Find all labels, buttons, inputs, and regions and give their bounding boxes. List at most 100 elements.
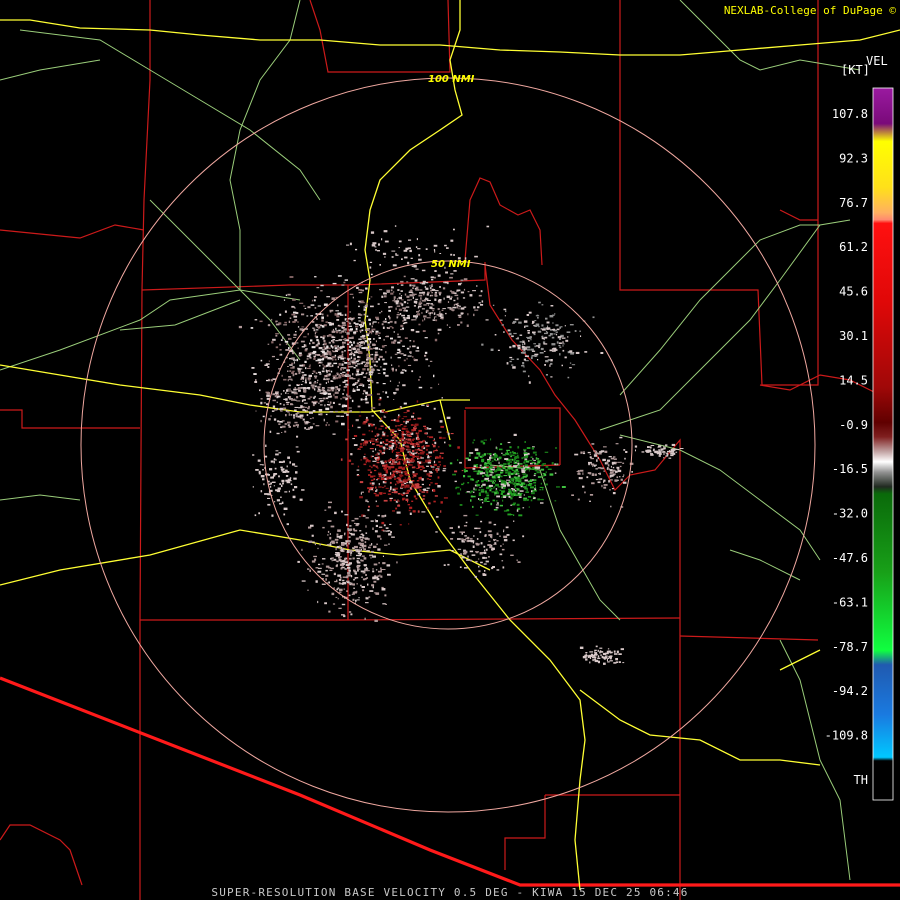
echo-pixel bbox=[391, 367, 394, 371]
echo-pixel bbox=[420, 452, 424, 455]
echo-pixel bbox=[474, 527, 478, 530]
echo-pixel bbox=[330, 405, 333, 409]
echo-pixel bbox=[345, 438, 348, 441]
echo-pixel bbox=[516, 559, 518, 561]
echo-pixel bbox=[354, 382, 359, 384]
echo-pixel bbox=[480, 520, 483, 523]
echo-pixel bbox=[323, 347, 326, 350]
echo-pixel bbox=[542, 475, 545, 477]
echo-pixel bbox=[288, 490, 290, 493]
echo-pixel bbox=[398, 453, 401, 457]
echo-pixel bbox=[290, 483, 293, 486]
echo-pixel bbox=[289, 461, 291, 464]
echo-pixel bbox=[326, 544, 330, 546]
echo-pixel bbox=[355, 537, 359, 540]
echo-pixel bbox=[524, 325, 526, 328]
echo-pixel bbox=[330, 541, 332, 544]
echo-pixel bbox=[349, 410, 352, 413]
echo-pixel bbox=[583, 452, 586, 455]
echo-pixel bbox=[415, 317, 418, 319]
echo-pixel bbox=[582, 485, 585, 488]
echo-pixel bbox=[456, 289, 461, 292]
echo-pixel bbox=[262, 478, 265, 481]
echo-pixel bbox=[390, 419, 394, 421]
echo-pixel bbox=[411, 370, 414, 373]
echo-pixel bbox=[311, 560, 316, 563]
echo-pixel bbox=[593, 465, 596, 467]
echo-pixel bbox=[335, 327, 337, 330]
echo-pixel bbox=[411, 289, 413, 292]
echo-pixel bbox=[267, 497, 271, 499]
echo-pixel bbox=[374, 351, 378, 354]
echo-pixel bbox=[369, 346, 371, 348]
echo-pixel bbox=[321, 316, 324, 319]
echo-pixel bbox=[319, 383, 322, 386]
echo-pixel bbox=[377, 575, 380, 577]
echo-pixel bbox=[512, 366, 516, 369]
echo-pixel bbox=[266, 394, 270, 397]
echo-pixel bbox=[412, 475, 414, 478]
radar-map[interactable]: 100 NMI 50 NMI VEL [KT] 107.892.376.761.… bbox=[0, 0, 900, 900]
echo-pixel bbox=[401, 299, 404, 301]
echo-pixel bbox=[291, 305, 294, 308]
echo-pixel bbox=[401, 418, 404, 420]
echo-pixel bbox=[415, 289, 420, 291]
echo-pixel bbox=[388, 309, 391, 312]
echo-pixel bbox=[382, 383, 386, 385]
echo-pixel bbox=[519, 490, 524, 492]
echo-pixel bbox=[670, 454, 674, 457]
echo-pixel bbox=[479, 552, 483, 555]
echo-pixel bbox=[501, 324, 504, 326]
echo-pixel bbox=[552, 314, 555, 316]
echo-pixel bbox=[499, 553, 503, 556]
echo-pixel bbox=[319, 373, 322, 375]
echo-pixel bbox=[350, 319, 353, 322]
echo-pixel bbox=[424, 427, 428, 430]
echo-pixel bbox=[665, 444, 668, 446]
echo-pixel bbox=[526, 499, 529, 501]
echo-pixel bbox=[569, 362, 572, 364]
echo-pixel bbox=[528, 311, 532, 314]
echo-pixel bbox=[623, 474, 625, 476]
echo-pixel bbox=[320, 400, 324, 402]
echo-pixel bbox=[508, 495, 511, 498]
echo-pixel bbox=[292, 370, 295, 372]
echo-pixel bbox=[456, 306, 458, 309]
echo-pixel bbox=[275, 333, 279, 335]
echo-pixel bbox=[418, 323, 421, 326]
echo-pixel bbox=[463, 550, 468, 554]
echo-pixel bbox=[594, 652, 597, 654]
echo-pixel bbox=[389, 481, 392, 484]
echo-pixel bbox=[339, 591, 342, 593]
echo-pixel bbox=[619, 436, 623, 439]
echo-pixel bbox=[397, 428, 400, 431]
echo-pixel bbox=[341, 363, 344, 366]
echo-pixel bbox=[389, 497, 393, 499]
echo-pixel bbox=[522, 535, 525, 538]
echo-pixel bbox=[579, 469, 584, 472]
legend-unit-label: [KT] bbox=[841, 63, 870, 77]
echo-pixel bbox=[347, 429, 350, 431]
echo-pixel bbox=[363, 457, 366, 460]
echo-pixel bbox=[447, 301, 450, 303]
echo-pixel bbox=[312, 350, 317, 354]
echo-pixel bbox=[363, 463, 367, 466]
echo-pixel bbox=[358, 341, 362, 343]
echo-pixel bbox=[358, 289, 363, 291]
echo-pixel bbox=[483, 466, 487, 469]
echo-pixel bbox=[478, 494, 481, 496]
echo-pixel bbox=[360, 326, 362, 328]
echo-pixel bbox=[539, 489, 542, 491]
echo-pixel bbox=[589, 453, 591, 455]
echo-pixel bbox=[417, 313, 421, 316]
echo-pixel bbox=[440, 425, 444, 428]
echo-pixel bbox=[523, 349, 526, 351]
echo-pixel bbox=[301, 371, 305, 374]
echo-pixel bbox=[522, 362, 525, 365]
echo-pixel bbox=[348, 532, 350, 534]
echo-pixel bbox=[364, 365, 369, 367]
echo-pixel bbox=[406, 317, 410, 320]
echo-pixel bbox=[619, 476, 621, 478]
echo-pixel bbox=[500, 464, 503, 466]
echo-pixel bbox=[487, 530, 492, 533]
